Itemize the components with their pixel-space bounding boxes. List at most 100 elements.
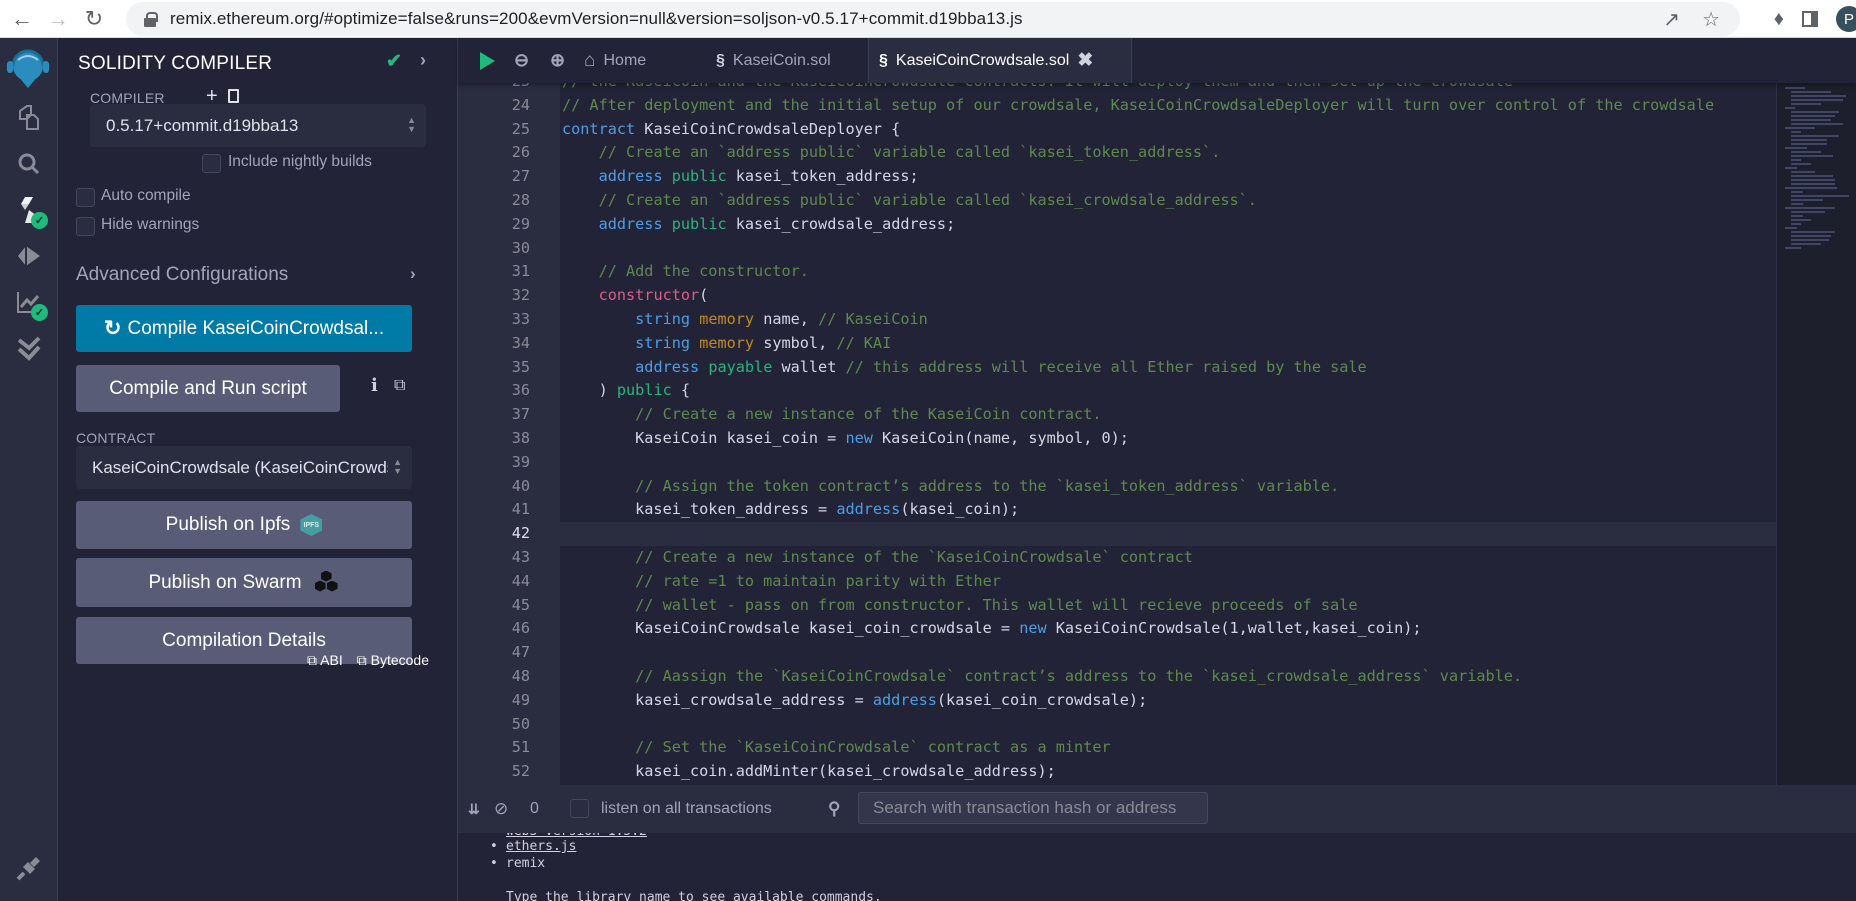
tab-home[interactable]: ⌂ Home [584, 38, 646, 83]
code-line[interactable]: 44 // rate =1 to maintain parity with Et… [458, 570, 1776, 594]
line-text: constructor( [560, 284, 709, 308]
address-bar[interactable]: remix.ethereum.org/#optimize=false&runs=… [126, 2, 1740, 36]
rail-unit-testing[interactable] [0, 328, 58, 368]
minimap-line [1791, 163, 1811, 165]
auto-compile-checkbox[interactable] [76, 188, 95, 207]
advanced-config-toggle[interactable]: Advanced Configurations [76, 264, 288, 286]
publish-ipfs-button[interactable]: Publish on Ipfs IPFS [76, 501, 412, 549]
refresh-icon: ↻ [103, 317, 122, 340]
copy-icon[interactable]: ⧉ [394, 377, 405, 395]
terminal-link-ethers[interactable]: ethers.js [506, 839, 576, 854]
code-line[interactable]: 46 KaseiCoinCrowdsale kasei_coin_crowdsa… [458, 617, 1776, 641]
line-text: // Aassign the `KaseiCoinCrowdsale` cont… [560, 665, 1522, 689]
chevron-right-icon[interactable]: › [410, 264, 416, 284]
url-text[interactable]: remix.ethereum.org/#optimize=false&runs=… [170, 9, 1023, 29]
document-icon[interactable] [228, 89, 239, 103]
share-icon[interactable]: ↗ [1663, 7, 1680, 32]
listen-all-checkbox[interactable] [570, 799, 589, 818]
hide-warnings-checkbox[interactable] [76, 217, 95, 236]
code-line[interactable]: 43 // Create a new instance of the `Kase… [458, 546, 1776, 570]
compile-run-script-button[interactable]: Compile and Run script [76, 365, 340, 412]
zoom-out-icon: ⊖ [514, 50, 530, 70]
code-line[interactable]: 27 address public kasei_token_address; [458, 165, 1776, 189]
minimap-line [1791, 95, 1846, 97]
include-nightly-checkbox[interactable] [202, 154, 221, 173]
editor-minimap[interactable] [1776, 83, 1856, 785]
code-line[interactable]: 26 // Create an `address public` variabl… [458, 141, 1776, 165]
side-panel-icon[interactable] [1802, 11, 1818, 27]
line-text: // Create a new instance of the `KaseiCo… [560, 546, 1193, 570]
rail-file-explorer[interactable] [0, 98, 58, 138]
code-line[interactable]: 29 address public kasei_crowdsale_addres… [458, 213, 1776, 237]
lock-icon[interactable] [144, 12, 158, 27]
star-icon[interactable]: ☆ [1702, 7, 1720, 32]
code-editor[interactable]: 23 // the KaseiCoin and the KaseiCoinCrow… [458, 83, 1776, 785]
code-line[interactable]: 39 [458, 451, 1776, 475]
clear-console-icon[interactable]: ⊘ [494, 799, 508, 819]
tab-kaseicoin[interactable]: § KaseiCoin.sol [716, 38, 831, 83]
code-line[interactable]: 51 // Set the `KaseiCoinCrowdsale` contr… [458, 736, 1776, 760]
profile-avatar[interactable]: P [1836, 6, 1856, 32]
chevron-right-icon[interactable]: › [420, 50, 426, 71]
code-line[interactable]: 34 string memory symbol, // KAI [458, 332, 1776, 356]
code-line[interactable]: 31 // Add the constructor. [458, 260, 1776, 284]
minimap-line [1791, 151, 1821, 153]
puzzle-icon[interactable]: ♦ [1774, 8, 1784, 31]
rail-solidity-compiler[interactable]: ✓ [0, 190, 58, 230]
run-script-button[interactable] [480, 38, 495, 83]
copy-icon: ⧉ [356, 652, 367, 668]
code-line[interactable]: 33 string memory name, // KaseiCoin [458, 308, 1776, 332]
publish-swarm-button[interactable]: Publish on Swarm [76, 558, 412, 607]
collapse-terminal-icon[interactable]: ⇊ [468, 801, 480, 818]
code-line[interactable]: 42 [458, 522, 1776, 546]
code-line[interactable]: 41 kasei_token_address = address(kasei_c… [458, 498, 1776, 522]
tab-kaseicoincrowdsale[interactable]: § KaseiCoinCrowdsale.sol ✖ [868, 38, 1132, 83]
code-line[interactable]: 40 // Assign the token contract’s addres… [458, 475, 1776, 499]
code-line[interactable]: 47 [458, 641, 1776, 665]
code-line[interactable]: 28 // Create an `address public` variabl… [458, 189, 1776, 213]
arrow-right-icon[interactable]: → [40, 6, 76, 32]
code-lines[interactable]: 23 // the KaseiCoin and the KaseiCoinCrow… [458, 83, 1776, 785]
code-line[interactable]: 25 contract KaseiCoinCrowdsaleDeployer { [458, 118, 1776, 142]
code-line[interactable]: 24 // After deployment and the initial se… [458, 94, 1776, 118]
solidity-compiler-panel: SOLIDITY COMPILER ✔ › COMPILER + 0.5.17+… [58, 38, 458, 901]
play-icon [480, 51, 495, 70]
code-line[interactable]: 35 address payable wallet // this addres… [458, 356, 1776, 380]
rail-search[interactable] [0, 144, 58, 184]
contract-select[interactable]: KaseiCoinCrowdsale (KaseiCoinCrowdsale.s… [76, 446, 412, 489]
arrow-left-icon[interactable]: ← [4, 6, 40, 32]
info-icon[interactable]: i [371, 375, 378, 396]
compiler-version-select[interactable]: 0.5.17+commit.d19bba13 ▲ ▼ [90, 104, 426, 147]
copy-bytecode-button[interactable]: ⧉ Bytecode [357, 652, 429, 669]
rail-plugin-manager[interactable] [0, 848, 58, 888]
copy-icon: ⧉ [307, 652, 318, 668]
code-line[interactable]: 49 kasei_crowdsale_address = address(kas… [458, 689, 1776, 713]
code-line[interactable]: 50 [458, 713, 1776, 737]
terminal-output: web3 version 1.5.2 • ethers.js • remix T… [458, 833, 1856, 901]
copy-abi-button[interactable]: ⧉ ABI [307, 652, 343, 669]
code-line[interactable]: 37 // Create a new instance of the Kasei… [458, 403, 1776, 427]
code-line[interactable]: 32 constructor( [458, 284, 1776, 308]
code-line[interactable]: 45 // wallet - pass on from constructor.… [458, 594, 1776, 618]
zoom-out-button[interactable]: ⊖ [514, 38, 529, 83]
close-icon[interactable]: ✖ [1077, 49, 1093, 72]
code-line[interactable]: 38 KaseiCoin kasei_coin = new KaseiCoin(… [458, 427, 1776, 451]
remix-logo-icon[interactable] [4, 44, 52, 94]
ipfs-icon: IPFS [300, 514, 323, 536]
code-token: // KAI [836, 333, 892, 352]
reload-icon[interactable]: ↻ [76, 6, 112, 32]
code-line[interactable]: 52 kasei_coin.addMinter(kasei_crowdsale_… [458, 760, 1776, 784]
zoom-in-button[interactable]: ⊕ [550, 38, 565, 83]
code-line[interactable]: 23 // the KaseiCoin and the KaseiCoinCrow… [458, 83, 1776, 94]
code-token: new [845, 428, 873, 447]
code-token: KaseiCoin(name, symbol, 0); [872, 428, 1129, 447]
code-line[interactable]: 30 [458, 237, 1776, 261]
compile-button[interactable]: ↻ Compile KaseiCoinCrowdsal... [76, 305, 412, 352]
line-number: 29 [511, 214, 530, 233]
transaction-search-input[interactable]: Search with transaction hash or address [858, 792, 1208, 824]
rail-analysis[interactable]: ✓ [0, 282, 58, 322]
code-line[interactable]: 36 ) public { [458, 379, 1776, 403]
code-line[interactable]: 48 // Aassign the `KaseiCoinCrowdsale` c… [458, 665, 1776, 689]
rail-deploy-run[interactable] [0, 236, 58, 276]
